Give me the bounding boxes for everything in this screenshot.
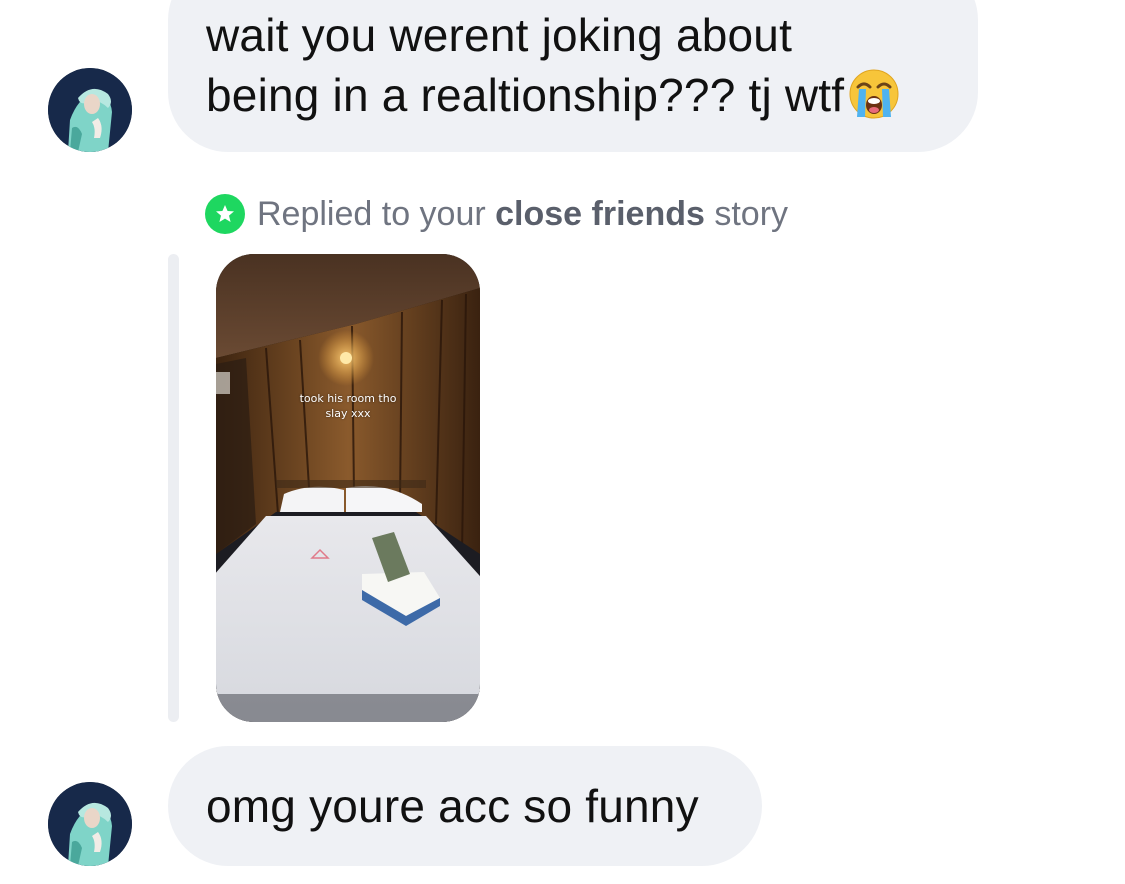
avatar[interactable] bbox=[48, 782, 132, 866]
message-text-line: wait you werent joking about bbox=[206, 9, 793, 61]
message-bubble[interactable]: omg youre acc so funny bbox=[168, 746, 762, 866]
reply-quote-bar bbox=[168, 254, 179, 722]
story-caption-line: took his room tho bbox=[299, 392, 397, 405]
story-caption-line: slay xxx bbox=[325, 407, 371, 420]
message-bubble[interactable]: wait you werent joking about being in a … bbox=[168, 0, 978, 152]
story-reply-header: Replied to your close friends story bbox=[205, 192, 788, 236]
message-text: omg youre acc so funny bbox=[206, 780, 699, 832]
reply-prefix: Replied to your bbox=[257, 194, 496, 233]
message-text-line: being in a realtionship??? tj wtf bbox=[206, 65, 940, 125]
reply-label: Replied to your close friends story bbox=[257, 195, 788, 234]
message-text: being in a realtionship??? tj wtf bbox=[206, 69, 845, 121]
avatar[interactable] bbox=[48, 68, 132, 152]
close-friends-star-icon bbox=[205, 194, 245, 234]
reply-suffix: story bbox=[704, 194, 789, 233]
story-preview[interactable]: took his room tho slay xxx bbox=[216, 254, 480, 722]
close-friends-label: close friends bbox=[495, 194, 705, 233]
story-caption: took his room tho slay xxx bbox=[216, 391, 472, 421]
loudly-crying-face-icon bbox=[848, 67, 900, 119]
